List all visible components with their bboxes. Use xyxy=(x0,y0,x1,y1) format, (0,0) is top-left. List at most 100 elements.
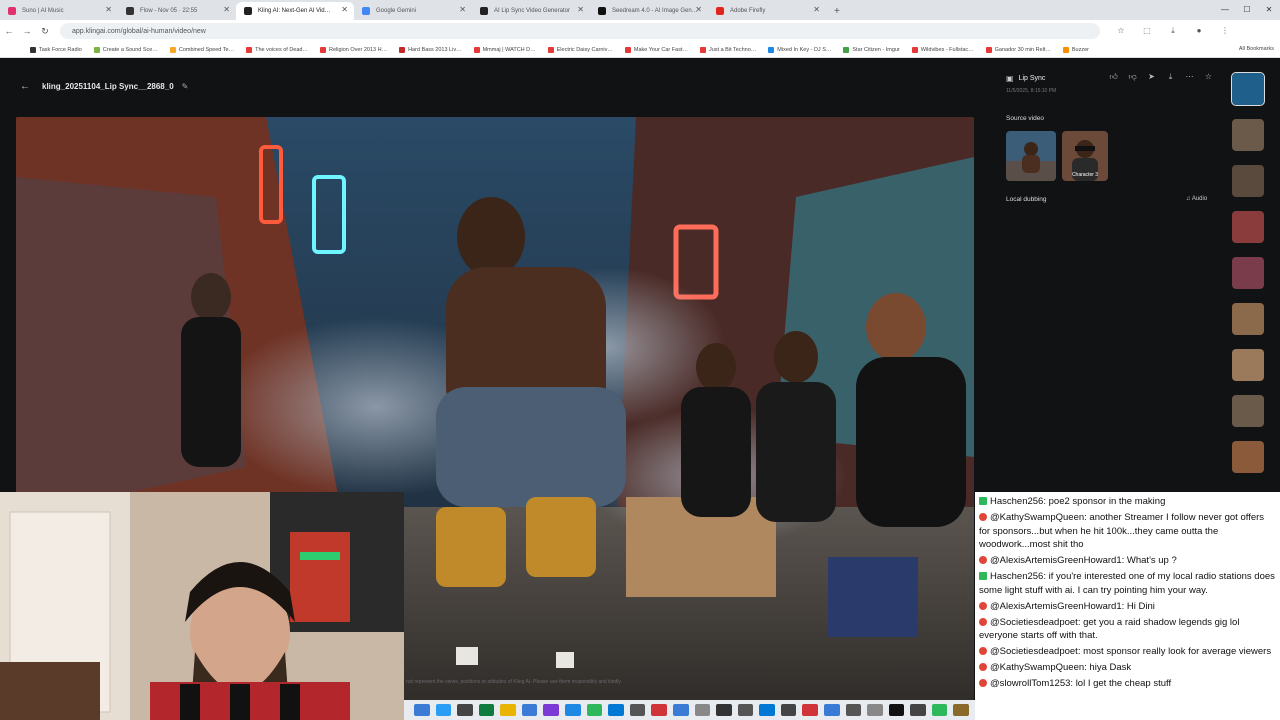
tab-label: Flow - Nov 05 · 22:55 xyxy=(140,8,198,14)
taskbar-app-icon[interactable] xyxy=(910,704,926,716)
history-thumbnail[interactable] xyxy=(1232,349,1264,381)
like-icon[interactable]: 👍︎ xyxy=(1104,72,1123,82)
chat-text: What's up ? xyxy=(1126,555,1177,566)
back-icon[interactable]: ← xyxy=(0,26,18,36)
bookmark-item[interactable]: Mixed In Key - DJ S… xyxy=(768,46,832,53)
edit-icon[interactable]: ✎ xyxy=(182,82,189,91)
taskbar-app-icon[interactable] xyxy=(500,704,516,716)
minimize-icon[interactable]: — xyxy=(1214,0,1236,20)
taskbar-app-icon[interactable] xyxy=(543,704,560,716)
bookmark-item[interactable]: Make Your Car Fast… xyxy=(624,46,688,53)
taskbar-app-icon[interactable] xyxy=(953,704,970,716)
bookmark-item[interactable]: The voices of Dead… xyxy=(246,46,308,53)
detail-panel-header: ▣ Lip Sync 👍︎ 👎︎ ➤ ⤓ ⋯ ☆ xyxy=(1006,71,1218,85)
taskbar-app-icon[interactable] xyxy=(802,704,818,716)
taskbar-app-icon[interactable] xyxy=(694,704,711,716)
taskbar-app-icon[interactable] xyxy=(931,704,948,716)
browser-tab[interactable]: Suno | AI Music ✕ xyxy=(0,2,118,20)
close-tab-icon[interactable]: ✕ xyxy=(577,5,584,14)
taskbar-app-icon[interactable] xyxy=(565,704,581,716)
taskbar-app-icon[interactable] xyxy=(737,704,754,716)
close-window-icon[interactable]: ✕ xyxy=(1258,0,1280,20)
bookmark-label: Mixed In Key - DJ S… xyxy=(777,46,832,53)
taskbar-app-icon[interactable] xyxy=(457,704,473,716)
taskbar-app-icon[interactable] xyxy=(521,704,538,716)
taskbar-app-icon[interactable] xyxy=(435,704,452,716)
bookmark-item[interactable]: Religion Over 2013 H… xyxy=(319,46,387,53)
menu-icon[interactable]: ⋮ xyxy=(1212,26,1238,36)
bookmark-item[interactable]: Buzzer xyxy=(1062,46,1089,53)
taskbar-app-icon[interactable] xyxy=(629,704,646,716)
taskbar-app-icon[interactable] xyxy=(608,704,624,716)
download-icon[interactable]: ⤓ xyxy=(1160,26,1186,36)
bookmark-item[interactable]: Electric Daisy Carniv… xyxy=(547,46,613,53)
history-thumbnail[interactable] xyxy=(1232,165,1264,197)
history-thumbnail[interactable] xyxy=(1232,395,1264,427)
reload-icon[interactable]: ↻ xyxy=(36,26,54,37)
profile-icon[interactable]: ● xyxy=(1186,26,1212,36)
bookmark-label: Combined Speed Te… xyxy=(178,46,235,53)
history-thumbnail[interactable] xyxy=(1232,119,1264,151)
source-video-thumbnail[interactable] xyxy=(1006,131,1056,181)
taskbar-app-icon[interactable] xyxy=(716,704,732,716)
taskbar-app-icon[interactable] xyxy=(478,704,495,716)
browser-tab[interactable]: Seedream 4.0 - AI Image Gen… ✕ xyxy=(590,2,708,20)
taskbar-app-icon[interactable] xyxy=(867,704,883,716)
back-arrow-icon[interactable]: ← xyxy=(20,81,30,92)
browser-tab[interactable]: Adobe Firefly ✕ xyxy=(708,2,826,20)
taskbar-app-icon[interactable] xyxy=(651,704,667,716)
bookmark-item[interactable]: Mmmaj | WATCH D… xyxy=(473,46,536,53)
youtube-badge-icon xyxy=(979,617,987,626)
close-tab-icon[interactable]: ✕ xyxy=(223,5,230,14)
taskbar-app-icon[interactable] xyxy=(586,704,603,716)
browser-tab[interactable]: AI Lip Sync Video Generator ✕ xyxy=(472,2,590,20)
bookmark-item[interactable]: Ganador 30 min Relt… xyxy=(985,46,1051,53)
star-icon[interactable]: ☆ xyxy=(1108,26,1134,36)
history-thumbnail[interactable] xyxy=(1231,72,1265,106)
audio-button[interactable]: ♫ Audio xyxy=(1186,196,1207,202)
bookmark-item[interactable]: Wildvibes - Fullstac… xyxy=(911,46,974,53)
browser-tab[interactable]: Flow - Nov 05 · 22:55 ✕ xyxy=(118,2,236,20)
close-tab-icon[interactable]: ✕ xyxy=(341,5,348,14)
download-icon[interactable]: ⤓ xyxy=(1161,72,1180,82)
character-thumbnail[interactable]: Character 3 xyxy=(1062,131,1108,181)
history-thumbnail[interactable] xyxy=(1232,257,1264,289)
chat-message: Haschen256: if you're interested one of … xyxy=(979,570,1276,597)
dislike-icon[interactable]: 👎︎ xyxy=(1123,72,1142,82)
taskbar-app-icon[interactable] xyxy=(780,704,797,716)
taskbar-app-icon[interactable] xyxy=(672,704,689,716)
more-icon[interactable]: ⋯ xyxy=(1180,72,1199,82)
tab-label: Google Gemini xyxy=(376,8,417,14)
music-note-icon: ♫ xyxy=(1186,196,1191,202)
bookmark-item[interactable]: Combined Speed Te… xyxy=(169,46,235,53)
bookmark-item[interactable]: Task Force Radio xyxy=(30,46,82,53)
close-tab-icon[interactable]: ✕ xyxy=(105,5,112,14)
bookmark-item[interactable]: Just a Bit Techno… xyxy=(699,46,756,53)
favorite-icon[interactable]: ☆ xyxy=(1199,72,1218,82)
bookmark-item[interactable]: Star Citizen - Imgur xyxy=(843,46,900,53)
bookmark-favicon-icon xyxy=(319,46,326,53)
new-tab-button[interactable]: + xyxy=(826,2,848,20)
history-thumbnail[interactable] xyxy=(1232,441,1264,473)
bookmark-item[interactable]: Create a Sound Sce… xyxy=(93,46,158,53)
chat-overlay: Haschen256: poe2 sponsor in the making @K… xyxy=(975,492,1280,720)
forward-icon[interactable]: → xyxy=(18,26,36,36)
extension-icon[interactable]: ⬚ xyxy=(1134,26,1160,36)
taskbar-app-icon[interactable] xyxy=(414,704,430,716)
share-icon[interactable]: ➤ xyxy=(1142,72,1161,82)
browser-tab[interactable]: Google Gemini ✕ xyxy=(354,2,472,20)
taskbar-app-icon[interactable] xyxy=(845,704,862,716)
close-tab-icon[interactable]: ✕ xyxy=(459,5,466,14)
history-thumbnail[interactable] xyxy=(1232,211,1264,243)
history-thumbnail[interactable] xyxy=(1232,303,1264,335)
maximize-icon[interactable]: ☐ xyxy=(1236,0,1258,20)
all-bookmarks-link[interactable]: All Bookmarks xyxy=(1239,46,1274,52)
browser-tab[interactable]: Kling AI: Next-Gen AI Vid… ✕ xyxy=(236,2,354,20)
close-tab-icon[interactable]: ✕ xyxy=(813,5,820,14)
close-tab-icon[interactable]: ✕ xyxy=(695,5,702,14)
taskbar-app-icon[interactable] xyxy=(888,704,905,716)
taskbar-app-icon[interactable] xyxy=(823,704,840,716)
bookmark-item[interactable]: Hard Bass 2013 Liv… xyxy=(399,46,462,53)
taskbar-app-icon[interactable] xyxy=(759,704,775,716)
url-input[interactable]: app.klingai.com/global/ai-human/video/ne… xyxy=(60,23,1100,39)
